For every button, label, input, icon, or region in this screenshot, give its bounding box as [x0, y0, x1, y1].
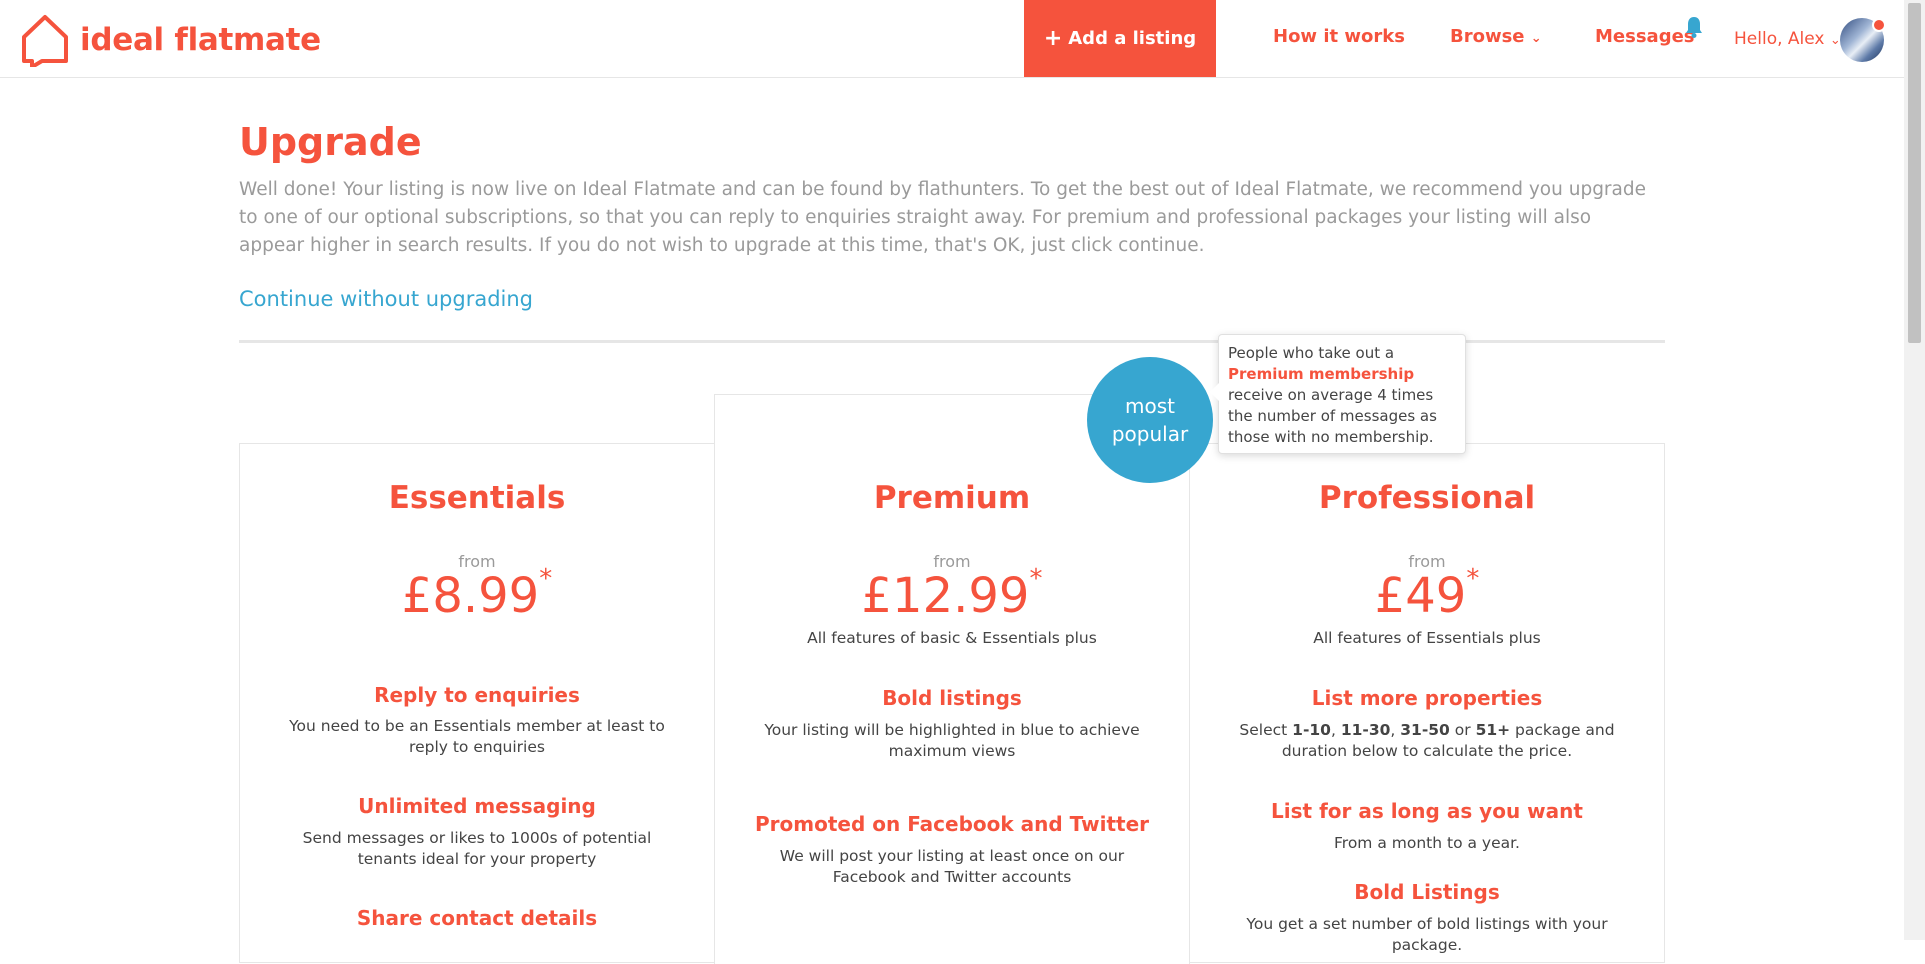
feature-desc: We will post your listing at least once …	[779, 847, 1125, 886]
feature-title: List for as long as you want	[1271, 799, 1583, 823]
nav-how-it-works[interactable]: How it works	[1273, 26, 1405, 47]
plan-subtitle: All features of basic & Essentials plus	[807, 629, 1097, 647]
plan-card-essentials[interactable]: Essentials from £8.99* Reply to enquirie…	[239, 443, 715, 963]
plan-name: Essentials	[388, 480, 566, 516]
feature-title: Unlimited messaging	[358, 794, 596, 818]
price-asterisk: *	[1466, 564, 1480, 594]
premium-tooltip: People who take out a Premium membership…	[1210, 334, 1466, 454]
feature-title: Bold listings	[882, 686, 1022, 710]
desc-text: Select	[1239, 721, 1293, 739]
tooltip-text: People who take out a	[1228, 344, 1395, 362]
tooltip-highlight: Premium membership	[1228, 365, 1415, 383]
price-value: £8.99	[401, 568, 540, 624]
add-listing-label: Add a listing	[1068, 28, 1197, 49]
feature-title: Share contact details	[356, 906, 598, 930]
bell-icon[interactable]	[1685, 16, 1703, 38]
price-value: £12.99	[861, 568, 1030, 624]
scrollbar[interactable]	[1904, 0, 1925, 940]
package-option: 1-10	[1292, 721, 1331, 739]
desc-text: ,	[1330, 721, 1341, 739]
desc-text: or	[1449, 721, 1476, 739]
most-popular-badge[interactable]: most popular	[1087, 357, 1213, 483]
plan-card-professional[interactable]: Professional from £49* All features of E…	[1189, 443, 1665, 963]
feature-title: Reply to enquiries	[374, 683, 580, 707]
feature-desc: You get a set number of bold listings wi…	[1246, 915, 1608, 954]
price-value: £49	[1374, 568, 1467, 624]
plus-icon: +	[1043, 25, 1063, 51]
price-asterisk: *	[1029, 564, 1043, 594]
feature-desc: Your listing will be highlighted in blue…	[764, 721, 1140, 760]
feature-desc: Select 1-10, 11-30, 31-50 or 51+ package…	[1190, 720, 1664, 762]
feature-desc: Send messages or likes to 1000s of poten…	[302, 829, 652, 868]
plan-price: £8.99*	[240, 566, 714, 620]
desc-text: ,	[1390, 721, 1401, 739]
page-title: Upgrade	[239, 120, 422, 164]
package-option: 11-30	[1340, 721, 1391, 739]
continue-without-upgrading-link[interactable]: Continue without upgrading	[239, 287, 533, 311]
notification-dot	[1872, 18, 1886, 32]
nav-browse[interactable]: Browse ⌄	[1450, 26, 1542, 47]
house-chat-icon	[22, 15, 68, 67]
logo[interactable]: ideal flatmate	[18, 13, 321, 67]
add-listing-button[interactable]: + Add a listing	[1024, 0, 1216, 77]
intro-text: Well done! Your listing is now live on I…	[239, 179, 1647, 256]
package-option: 31-50	[1400, 721, 1450, 739]
tooltip-text: receive on average 4 times the number of…	[1228, 386, 1437, 446]
plan-name: Premium	[873, 480, 1031, 516]
feature-desc: From a month to a year.	[1334, 834, 1520, 852]
badge-line: popular	[1111, 422, 1189, 446]
feature-desc: You need to be an Essentials member at l…	[289, 717, 665, 756]
user-greeting: Hello, Alex	[1734, 29, 1825, 49]
user-menu[interactable]: Hello, Alex ⌄	[1734, 29, 1841, 49]
top-navbar: ideal flatmate + Add a listing How it wo…	[0, 0, 1904, 78]
feature-title: List more properties	[1311, 686, 1543, 710]
avatar[interactable]	[1840, 18, 1886, 62]
plan-price: £12.99*	[715, 566, 1189, 620]
nav-messages[interactable]: Messages	[1595, 26, 1695, 47]
plan-card-premium[interactable]: Premium from £12.99* All features of bas…	[714, 394, 1190, 964]
plan-price: £49*	[1190, 566, 1664, 620]
plan-name: Professional	[1318, 480, 1536, 516]
browse-label: Browse	[1450, 26, 1525, 47]
feature-title: Promoted on Facebook and Twitter	[755, 812, 1149, 836]
price-asterisk: *	[539, 564, 553, 594]
tooltip-arrow	[1210, 383, 1219, 401]
feature-title: Bold Listings	[1354, 880, 1500, 904]
chevron-down-icon: ⌄	[1530, 31, 1542, 46]
badge-line: most	[1125, 394, 1175, 418]
scrollbar-thumb[interactable]	[1908, 3, 1921, 343]
package-option: 51+	[1475, 721, 1511, 739]
logo-text: ideal flatmate	[80, 22, 321, 58]
plan-subtitle: All features of Essentials plus	[1313, 629, 1541, 647]
